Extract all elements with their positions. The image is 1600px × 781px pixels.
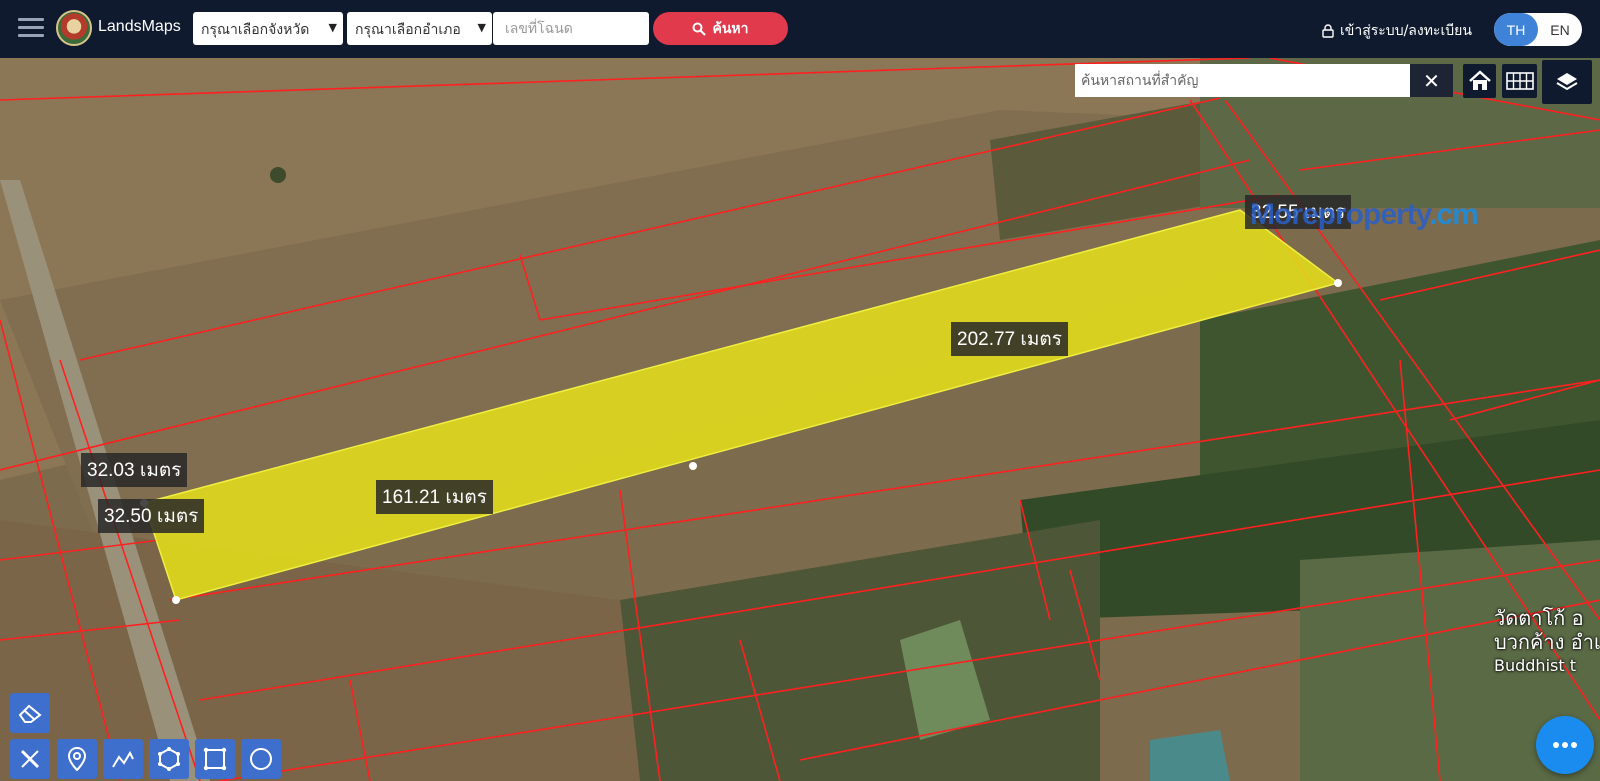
home-button[interactable] — [1463, 64, 1496, 98]
language-toggle: TH EN — [1494, 13, 1582, 46]
district-select[interactable]: กรุณาเลือกอำเภอ ▼ — [347, 12, 492, 45]
temple-label-line3: Buddhist t — [1494, 656, 1576, 675]
eraser-tool-button[interactable] — [10, 693, 50, 733]
polygon-icon — [158, 747, 180, 771]
layers-icon — [1556, 73, 1578, 91]
plot-vertex[interactable] — [689, 462, 697, 470]
place-search-input[interactable] — [1075, 64, 1410, 97]
distance-label: 32.50 เมตร — [98, 499, 205, 533]
grid-toggle-button[interactable] — [1502, 64, 1537, 98]
grid-icon — [1505, 72, 1534, 90]
landsmaps-logo[interactable] — [56, 10, 92, 46]
map-canvas[interactable]: 32.55 เมตร 202.77 เมตร 32.03 เมตร 161.21… — [0, 58, 1600, 781]
plot-vertex[interactable] — [172, 596, 180, 604]
rectangle-icon — [203, 747, 227, 771]
eraser-icon — [18, 704, 42, 723]
marker-tool-button[interactable] — [57, 739, 97, 779]
polygon-tool-button[interactable] — [149, 739, 189, 779]
search-button-label: ค้นหา — [712, 20, 749, 37]
ruler-icon — [20, 749, 40, 769]
top-navbar: LandsMaps กรุณาเลือกจังหวัด ▼ กรุณาเลือก… — [0, 0, 1600, 58]
polyline-icon — [112, 750, 134, 768]
clear-search-button[interactable]: ✕ — [1410, 64, 1453, 97]
district-select-value: กรุณาเลือกอำเภอ — [355, 22, 461, 38]
login-register-link[interactable]: เข้าสู่ระบบ/ลงทะเบียน — [1322, 20, 1472, 42]
lang-en-button[interactable]: EN — [1538, 13, 1582, 46]
login-label: เข้าสู่ระบบ/ลงทะเบียน — [1340, 23, 1472, 39]
plot-vertex[interactable] — [1334, 279, 1342, 287]
lang-th-button[interactable]: TH — [1494, 13, 1538, 46]
temple-map-label: วัดตาโก้ อ บวกค้าง อำเ Buddhist t — [1494, 606, 1600, 678]
temple-label-line1: วัดตาโก้ อ — [1494, 606, 1584, 630]
watermark: Moreproperty.cm — [1250, 198, 1479, 232]
chevron-down-icon: ▼ — [477, 21, 486, 34]
home-icon — [1468, 70, 1491, 90]
search-button[interactable]: ค้นหา — [653, 12, 788, 45]
rectangle-tool-button[interactable] — [195, 739, 235, 779]
watermark-main: Moreproperty — [1250, 198, 1430, 231]
more-dots-icon — [1553, 742, 1577, 748]
polyline-tool-button[interactable] — [103, 739, 143, 779]
location-pin-icon — [68, 747, 86, 771]
satellite-map — [0, 58, 1600, 781]
temple-label-line2: บวกค้าง อำเ — [1494, 630, 1600, 654]
circle-icon — [250, 748, 272, 770]
chevron-down-icon: ▼ — [328, 21, 337, 34]
watermark-suffix: .cm — [1429, 198, 1479, 231]
distance-label: 202.77 เมตร — [951, 322, 1068, 356]
brand-name: LandsMaps — [98, 18, 181, 35]
deed-number-input[interactable] — [493, 12, 649, 45]
distance-label: 32.03 เมตร — [81, 453, 188, 487]
measure-tool-button[interactable] — [10, 739, 50, 779]
layers-button[interactable] — [1542, 60, 1592, 104]
circle-tool-button[interactable] — [241, 739, 281, 779]
menu-icon[interactable] — [18, 16, 44, 40]
province-select-value: กรุณาเลือกจังหวัด — [201, 22, 310, 38]
more-options-button[interactable] — [1536, 716, 1594, 774]
province-select[interactable]: กรุณาเลือกจังหวัด ▼ — [193, 12, 343, 45]
search-icon — [692, 22, 707, 36]
lock-icon — [1322, 24, 1334, 38]
distance-label: 161.21 เมตร — [376, 480, 493, 514]
